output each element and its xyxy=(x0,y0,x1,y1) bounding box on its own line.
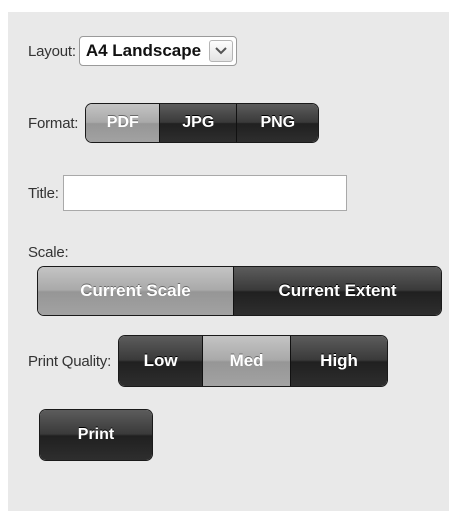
layout-label: Layout: xyxy=(28,42,76,60)
quality-low-button[interactable]: Low xyxy=(119,336,204,386)
layout-select[interactable]: A4 Landscape xyxy=(78,36,238,66)
title-row: Title: xyxy=(28,175,347,211)
format-segmented-control: PDF JPG PNG xyxy=(86,104,319,142)
title-label: Title: xyxy=(28,184,59,202)
layout-row: Layout: A4 Landscape xyxy=(28,36,238,66)
scale-label-row: Scale: xyxy=(28,244,69,261)
quality-row: Print Quality: Low Med High xyxy=(28,336,388,386)
print-button[interactable]: Print xyxy=(40,410,152,460)
quality-label: Print Quality: xyxy=(28,352,112,370)
scale-label: Scale: xyxy=(28,244,69,261)
scale-segmented-control: Current Scale Current Extent xyxy=(38,267,441,315)
title-input[interactable] xyxy=(62,175,347,211)
format-label: Format: xyxy=(28,114,79,132)
format-pdf-button[interactable]: PDF xyxy=(86,104,161,142)
quality-high-button[interactable]: High xyxy=(291,336,388,386)
quality-segmented-control: Low Med High xyxy=(119,336,388,386)
format-jpg-button[interactable]: JPG xyxy=(160,104,238,142)
format-png-button[interactable]: PNG xyxy=(237,104,319,142)
layout-select-value: A4 Landscape xyxy=(85,41,202,60)
format-row: Format: PDF JPG PNG xyxy=(28,104,319,142)
chevron-down-icon[interactable] xyxy=(209,40,234,62)
quality-med-button[interactable]: Med xyxy=(203,336,292,386)
scale-current-scale-button[interactable]: Current Scale xyxy=(38,267,234,315)
scale-current-extent-button[interactable]: Current Extent xyxy=(234,267,441,315)
scale-row: Current Scale Current Extent xyxy=(38,267,441,315)
